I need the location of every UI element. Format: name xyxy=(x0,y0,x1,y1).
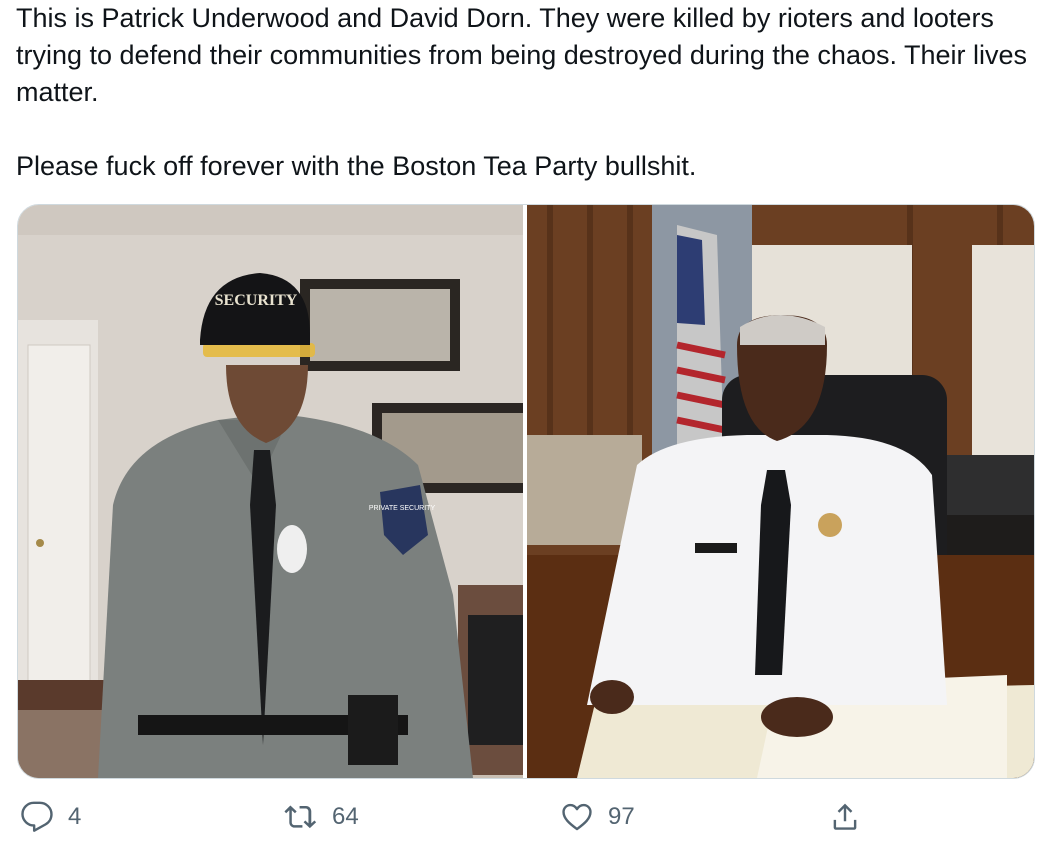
police-officer-image xyxy=(527,205,1034,778)
reply-icon xyxy=(21,801,53,832)
patch-label: PRIVATE SECURITY xyxy=(369,505,436,512)
like-icon xyxy=(562,803,592,831)
tweet-paragraph-2: Please fuck off forever with the Boston … xyxy=(16,151,697,181)
security-guard-image: PRIVATE SECURITY SECURITY xyxy=(18,205,523,778)
reply-count: 4 xyxy=(68,803,82,830)
cap-label: SECURITY xyxy=(215,292,298,309)
retweet-count: 64 xyxy=(332,803,359,830)
tweet-text: This is Patrick Underwood and David Dorn… xyxy=(16,0,1046,185)
reply-button[interactable]: 4 xyxy=(20,792,81,842)
like-count: 97 xyxy=(608,803,635,830)
tweet-actions: 4 64 97 xyxy=(0,792,1064,842)
retweet-icon xyxy=(284,805,317,829)
photo-security-guard[interactable]: PRIVATE SECURITY SECURITY xyxy=(18,205,523,778)
photo-police-officer[interactable] xyxy=(527,205,1034,778)
tweet-paragraph-1: This is Patrick Underwood and David Dorn… xyxy=(16,3,1028,107)
share-button[interactable] xyxy=(828,792,862,842)
share-icon xyxy=(833,803,857,830)
tweet-media[interactable]: PRIVATE SECURITY SECURITY xyxy=(17,204,1035,779)
retweet-button[interactable]: 64 xyxy=(284,792,359,842)
like-button[interactable]: 97 xyxy=(560,792,635,842)
